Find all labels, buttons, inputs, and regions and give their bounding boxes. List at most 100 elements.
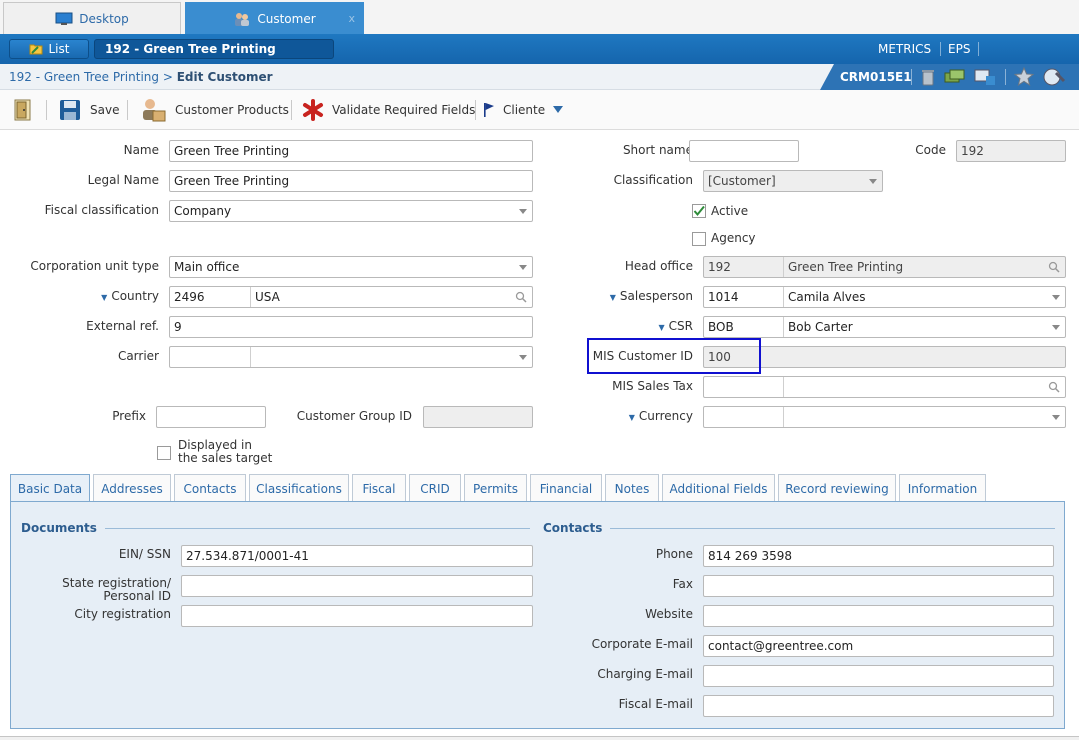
website-input[interactable] <box>703 605 1054 627</box>
head-office-code: 192 <box>708 260 731 274</box>
users-icon <box>235 12 250 26</box>
tab-permits[interactable]: Permits <box>464 474 527 502</box>
legal-name-input[interactable]: Green Tree Printing <box>169 170 533 192</box>
close-icon[interactable]: x <box>348 12 355 25</box>
cliente-menu-button[interactable]: Cliente <box>483 90 564 130</box>
country-lookup[interactable]: 2496 USA <box>169 286 533 308</box>
search-icon[interactable] <box>515 291 527 303</box>
tab-record-reviewing[interactable]: Record reviewing <box>778 474 896 502</box>
validate-required-fields-button[interactable]: Validate Required Fields <box>302 90 475 130</box>
tab-additional-fields[interactable]: Additional Fields <box>662 474 775 502</box>
fax-label: Fax <box>672 577 693 591</box>
prefix-label: Prefix <box>112 409 146 423</box>
money-icon[interactable] <box>944 68 966 86</box>
list-label: List <box>48 42 70 56</box>
fiscal-classification-label: Fiscal classification <box>44 203 159 217</box>
save-button[interactable]: Save <box>58 90 119 130</box>
chevron-down-icon <box>519 355 527 360</box>
screen-export-icon[interactable] <box>974 68 996 86</box>
tab-addresses[interactable]: Addresses <box>93 474 171 502</box>
csr-select[interactable]: BOB Bob Carter <box>703 316 1066 338</box>
short-name-label: Short name <box>622 143 693 157</box>
salesperson-label-text: Salesperson <box>619 289 693 303</box>
tab-basic-data[interactable]: Basic Data <box>10 474 90 503</box>
agency-checkbox[interactable] <box>692 232 706 246</box>
external-ref-input[interactable]: 9 <box>169 316 533 338</box>
breadcrumb-current: Edit Customer <box>176 70 273 84</box>
tab-fiscal[interactable]: Fiscal <box>352 474 406 502</box>
classification-select[interactable]: [Customer] <box>703 170 883 192</box>
corporation-unit-type-select[interactable]: Main office <box>169 256 533 278</box>
displayed-label-line2: the sales target <box>178 451 273 465</box>
carrier-select[interactable] <box>169 346 533 368</box>
customer-products-icon <box>143 99 166 122</box>
divider <box>911 69 912 85</box>
name-label: Name <box>123 143 159 157</box>
divider <box>1005 69 1006 85</box>
breadcrumb: 192 - Green Tree Printing > Edit Custome… <box>9 70 273 84</box>
ein-ssn-input[interactable]: 27.534.871/0001-41 <box>181 545 533 567</box>
city-registration-input[interactable] <box>181 605 533 627</box>
trash-icon[interactable] <box>920 68 936 86</box>
corporate-email-input[interactable]: contact@greentree.com <box>703 635 1054 657</box>
salesperson-name: Camila Alves <box>783 287 866 307</box>
cliente-label: Cliente <box>503 103 546 117</box>
charging-email-label: Charging E-mail <box>597 667 693 681</box>
name-input[interactable]: Green Tree Printing <box>169 140 533 162</box>
active-label: Active <box>711 204 749 218</box>
window-tab-customer[interactable]: Customer x <box>185 2 364 34</box>
window-tab-desktop[interactable]: Desktop <box>3 2 181 34</box>
breadcrumb-parent[interactable]: 192 - Green Tree Printing <box>9 70 159 84</box>
tab-classifications[interactable]: Classifications <box>249 474 349 502</box>
search-icon[interactable] <box>1048 381 1060 393</box>
fiscal-classification-select[interactable]: Company <box>169 200 533 222</box>
salesperson-code: 1014 <box>708 290 739 304</box>
chevron-down-icon <box>519 209 527 214</box>
currency-label-text: Currency <box>638 409 693 423</box>
mis-sales-tax-lookup[interactable] <box>703 376 1066 398</box>
bottom-status-strip <box>0 736 1079 740</box>
validate-label: Validate Required Fields <box>332 103 476 117</box>
website-label: Website <box>645 607 693 621</box>
head-office-lookup[interactable]: 192 Green Tree Printing <box>703 256 1066 278</box>
displayed-in-sales-target-label: Displayed in the sales target <box>178 439 272 465</box>
currency-select[interactable] <box>703 406 1066 428</box>
fax-input[interactable] <box>703 575 1054 597</box>
customer-group-id-input <box>423 406 533 428</box>
toolbar-divider <box>46 100 47 120</box>
tab-financial[interactable]: Financial <box>530 474 602 502</box>
chevron-down-icon <box>519 265 527 270</box>
eps-link[interactable]: EPS <box>948 42 970 56</box>
current-record-button[interactable]: 192 - Green Tree Printing <box>94 39 334 59</box>
displayed-in-sales-target-checkbox[interactable] <box>157 446 171 460</box>
help-icon[interactable] <box>1042 67 1066 87</box>
tab-notes[interactable]: Notes <box>605 474 659 502</box>
csr-label-text: CSR <box>668 319 693 333</box>
classification-label: Classification <box>613 173 693 187</box>
exit-button[interactable] <box>12 90 34 130</box>
fiscal-email-input[interactable] <box>703 695 1054 717</box>
tab-crid[interactable]: CRID <box>409 474 461 502</box>
search-icon[interactable] <box>1048 261 1060 273</box>
short-name-input[interactable] <box>689 140 799 162</box>
tab-contacts[interactable]: Contacts <box>174 474 246 502</box>
state-registration-input[interactable] <box>181 575 533 597</box>
mis-sales-tax-label: MIS Sales Tax <box>612 379 693 393</box>
caret-down-icon <box>553 106 564 113</box>
metrics-link[interactable]: METRICS <box>878 42 931 56</box>
fiscal-classification-value: Company <box>174 204 232 218</box>
customer-products-button[interactable]: Customer Products <box>139 90 289 130</box>
salesperson-select[interactable]: 1014 Camila Alves <box>703 286 1066 308</box>
prefix-input[interactable] <box>156 406 266 428</box>
active-checkbox[interactable] <box>692 204 706 218</box>
divider <box>940 42 941 56</box>
toolbar: Save Customer Products Validate Required… <box>0 90 1079 130</box>
charging-email-input[interactable] <box>703 665 1054 687</box>
asterisk-icon <box>303 99 323 121</box>
ein-ssn-label: EIN/ SSN <box>118 547 171 561</box>
phone-input[interactable]: 814 269 3598 <box>703 545 1054 567</box>
list-button[interactable]: List <box>9 39 89 59</box>
tab-information[interactable]: Information <box>899 474 986 502</box>
star-icon[interactable] <box>1014 67 1034 87</box>
country-label-text: Country <box>111 289 159 303</box>
